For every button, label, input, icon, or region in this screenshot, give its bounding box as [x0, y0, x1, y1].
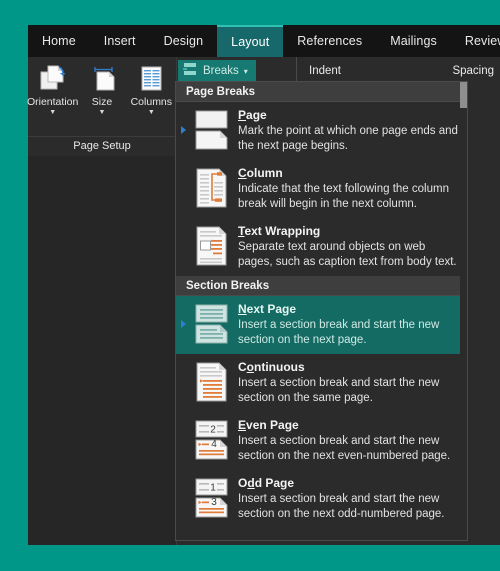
menu-item-desc-column: Indicate that the text following the col… [238, 183, 449, 210]
page-break-icon [190, 108, 236, 151]
item-text-odd-page: Odd Page Insert a section break and star… [236, 476, 459, 522]
menu-section-header-page-breaks: Page Breaks [176, 82, 467, 102]
orientation-icon [38, 62, 68, 94]
columns-caret-icon[interactable]: ▼ [148, 109, 155, 117]
item-marker-even-page [176, 418, 190, 436]
menu-item-even-page[interactable]: 2 4 Even Page Insert a section break and… [176, 412, 467, 470]
menu-item-title-next-page: Next Page [238, 302, 297, 316]
item-marker-continuous [176, 360, 190, 378]
application-window: Home Insert Design Layout References Mai… [26, 25, 500, 545]
menu-scrollbar[interactable] [460, 82, 467, 540]
breaks-button[interactable]: Breaks ▾ [178, 60, 256, 82]
triangle-marker-icon [180, 320, 186, 328]
menu-item-desc-odd-page: Insert a section break and start the new… [238, 493, 445, 520]
menu-item-odd-page[interactable]: 1 3 Odd Page Insert a section break and … [176, 470, 467, 528]
tab-design[interactable]: Design [150, 25, 218, 57]
menu-item-title-column: Column [238, 166, 283, 180]
column-break-icon [190, 166, 236, 209]
size-label: Size [91, 96, 113, 108]
tab-mailings[interactable]: Mailings [376, 25, 451, 57]
ribbon-tab-strip: Home Insert Design Layout References Mai… [28, 25, 500, 57]
even-page-break-icon: 2 4 [190, 418, 236, 461]
indent-label: Indent [309, 65, 341, 77]
odd-page-break-icon: 1 3 [190, 476, 236, 519]
even-icon-number-top: 2 [210, 425, 216, 436]
next-page-break-icon [190, 302, 236, 345]
page-setup-buttons: Orientation ▼ Size ▼ Columns ▼ [26, 59, 176, 133]
tab-references[interactable]: References [283, 25, 376, 57]
odd-icon-number-top: 1 [210, 483, 216, 494]
continuous-break-icon [190, 360, 236, 403]
tab-layout[interactable]: Layout [217, 25, 284, 57]
item-marker-page [176, 108, 190, 134]
tab-insert[interactable]: Insert [90, 25, 150, 57]
item-marker-odd-page [176, 476, 190, 494]
item-marker-next-page [176, 302, 190, 328]
menu-item-title-odd-page: Odd Page [238, 476, 295, 490]
orientation-caret-icon[interactable]: ▼ [49, 109, 56, 117]
columns-button[interactable]: Columns ▼ [128, 62, 174, 117]
tab-review[interactable]: Review [451, 25, 500, 57]
item-text-even-page: Even Page Insert a section break and sta… [236, 418, 459, 464]
size-button[interactable]: Size ▼ [79, 62, 125, 117]
text-wrapping-icon [190, 224, 236, 267]
orientation-button[interactable]: Orientation ▼ [26, 62, 79, 117]
menu-item-title-continuous: Continuous [238, 360, 305, 374]
menu-item-text-wrapping[interactable]: Text Wrapping Separate text around objec… [176, 218, 467, 276]
page-setup-group-title: Page Setup [28, 136, 176, 156]
page-setup-group: Orientation ▼ Size ▼ Columns ▼ Page Setu… [26, 57, 177, 156]
menu-item-desc-even-page: Insert a section break and start the new… [238, 435, 451, 462]
menu-section-header-section-breaks: Section Breaks [176, 276, 467, 296]
breaks-button-label: Breaks [203, 65, 239, 77]
triangle-marker-icon [180, 126, 186, 134]
ribbon-left-filler [28, 156, 177, 545]
item-marker-column [176, 166, 190, 184]
menu-item-desc-next-page: Insert a section break and start the new… [238, 319, 440, 346]
item-text-page: Page Mark the point at which one page en… [236, 108, 459, 154]
odd-icon-number-bottom: 3 [211, 497, 217, 508]
orientation-label: Orientation [26, 96, 79, 108]
page-size-icon [87, 62, 117, 94]
item-text-text-wrapping: Text Wrapping Separate text around objec… [236, 224, 459, 270]
menu-item-desc-continuous: Insert a section break and start the new… [238, 377, 440, 404]
tab-home[interactable]: Home [28, 25, 90, 57]
item-text-next-page: Next Page Insert a section break and sta… [236, 302, 459, 348]
columns-label: Columns [130, 96, 173, 108]
menu-item-next-page[interactable]: Next Page Insert a section break and sta… [176, 296, 467, 354]
menu-item-title-page: Page [238, 108, 267, 122]
menu-item-title-even-page: Even Page [238, 418, 299, 432]
size-caret-icon[interactable]: ▼ [99, 109, 106, 117]
item-text-continuous: Continuous Insert a section break and st… [236, 360, 459, 406]
menu-item-page[interactable]: Page Mark the point at which one page en… [176, 102, 467, 160]
even-icon-number-bottom: 4 [211, 439, 217, 450]
item-text-column: Column Indicate that the text following … [236, 166, 459, 212]
menu-scrollbar-thumb[interactable] [460, 82, 467, 108]
breaks-icon [182, 61, 198, 82]
menu-item-continuous[interactable]: Continuous Insert a section break and st… [176, 354, 467, 412]
chevron-down-icon[interactable]: ▾ [244, 67, 248, 76]
spacing-label: Spacing [452, 65, 494, 77]
menu-item-title-text-wrapping: Text Wrapping [238, 224, 321, 238]
menu-item-column[interactable]: Column Indicate that the text following … [176, 160, 467, 218]
columns-icon [136, 62, 166, 94]
menu-item-desc-text-wrapping: Separate text around objects on web page… [238, 241, 457, 268]
menu-item-desc-page: Mark the point at which one page ends an… [238, 125, 458, 152]
item-marker-text-wrapping [176, 224, 190, 242]
breaks-dropdown-menu: Page Breaks Page Mark the point at which… [175, 81, 468, 541]
